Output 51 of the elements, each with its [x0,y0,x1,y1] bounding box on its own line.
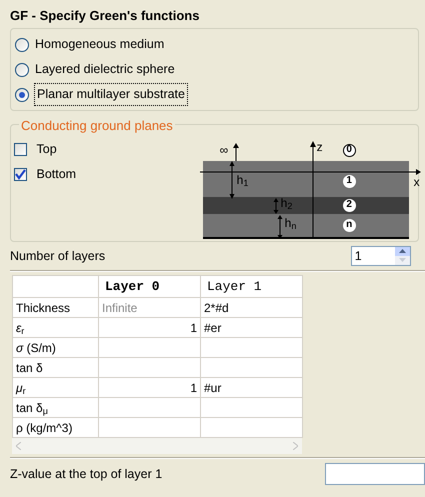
height-label: h$_{1}$ [236,174,248,186]
scroll-left-icon[interactable] [16,442,21,450]
radio-label[interactable]: Planar multilayer substrate [35,84,187,105]
infinity-symbol: ∞ [220,144,228,156]
z-value-field[interactable] [325,463,425,486]
row-label: Thickness [12,298,98,318]
radio-button[interactable] [15,62,29,77]
row-label: tan δ$_{μ}$ [12,398,98,418]
row-label: σ (S/m) [12,338,98,358]
table-cell[interactable]: 1 [98,318,200,338]
x-axis-label: x [414,176,420,188]
infinity-arrow [232,142,239,162]
scroll-right-icon[interactable] [293,442,298,450]
height-arrow [229,160,234,199]
column-header: Layer 0 [98,276,200,298]
row-label: ρ (kg/m^3) [12,418,98,438]
radio-button[interactable] [15,88,29,102]
spin-field[interactable]: 1 [350,246,411,266]
field-label: Number of layers [10,248,106,265]
row-label: μ$_{r}$ [12,378,98,398]
table-cell[interactable]: #ur [200,378,302,398]
horizontal-scrollbar[interactable] [12,438,302,454]
row-label: tan δ [12,358,98,378]
z-axis-label: z [316,140,323,153]
radio-label[interactable]: Layered dielectric sphere [35,60,175,79]
radio-label[interactable]: Homogeneous medium [35,35,164,54]
up-arrow-icon [398,249,406,254]
table-cell[interactable] [200,398,302,418]
table-cell[interactable] [98,398,200,418]
spin-value: 1 [354,248,363,265]
height-label: h$_{2}$ [280,196,292,209]
row-label: ε$_{r}$ [12,318,98,338]
height-label: h$_{n}$ [284,216,296,229]
layer-number: 0 [342,144,356,157]
table-cell[interactable] [98,338,200,358]
checkbox[interactable] [14,168,28,182]
table-cell[interactable] [98,358,200,378]
column-header: Layer 1 [200,276,302,298]
spin-up-button[interactable] [394,246,410,256]
table-cell[interactable] [200,338,302,358]
table-cell[interactable]: 1 [98,378,200,398]
table-cell[interactable]: #er [200,318,302,338]
radio-button[interactable] [15,38,29,52]
down-arrow-icon [398,258,406,262]
checkbox[interactable] [14,143,28,156]
table-cell[interactable]: 2*#d [200,298,302,318]
checkbox-label[interactable]: Top [36,140,57,160]
field-label: Z-value at the top of layer 1 [10,466,162,483]
table-cell[interactable] [200,358,302,378]
panel-title: GF - Specify Green's functions [10,7,200,22]
checkbox-label[interactable]: Bottom [36,165,76,184]
